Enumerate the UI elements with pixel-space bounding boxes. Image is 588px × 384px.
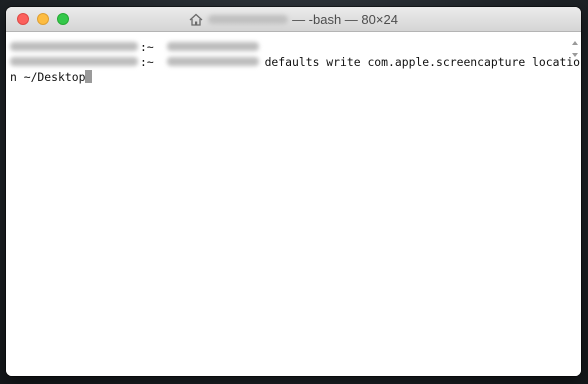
terminal-content[interactable]: :~ :~ defaults write com.apple.screencap… [6, 32, 581, 376]
scroll-down-arrow-icon[interactable] [572, 53, 578, 57]
redacted-text [166, 57, 259, 66]
redacted-username [208, 15, 289, 24]
prompt-suffix: :~ [140, 40, 161, 54]
window-title-text: — -bash — 80×24 [292, 12, 398, 27]
prompt-suffix: :~ [140, 55, 161, 69]
command-text-continued: n ~/Desktop [10, 70, 86, 84]
text-cursor [85, 70, 93, 83]
scroll-up-arrow-icon[interactable] [572, 41, 578, 45]
terminal-window: — -bash — 80×24 :~ :~ defaults write com… [6, 7, 581, 376]
redacted-host [10, 57, 138, 66]
scroll-indicator[interactable] [572, 41, 578, 57]
terminal-line-1: :~ [10, 40, 581, 55]
command-text: defaults write com.apple.screencapture l… [264, 55, 581, 69]
redacted-host [10, 42, 138, 51]
terminal-line-2: :~ defaults write com.apple.screencaptur… [10, 55, 581, 70]
redacted-text [166, 42, 259, 51]
window-title: — -bash — 80×24 [6, 12, 581, 29]
home-icon [189, 13, 203, 29]
title-bar[interactable]: — -bash — 80×24 [6, 7, 581, 32]
terminal-line-3: n ~/Desktop [10, 70, 581, 85]
